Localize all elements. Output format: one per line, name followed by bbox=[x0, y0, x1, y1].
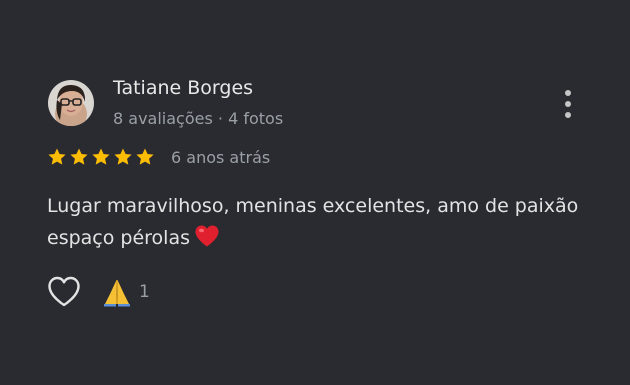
reaction-chip[interactable]: 1 bbox=[101, 277, 150, 307]
review-text: Lugar maravilhoso, meninas excelentes, a… bbox=[47, 190, 587, 254]
star-icon bbox=[69, 147, 89, 167]
author-name[interactable]: Tatiane Borges bbox=[113, 77, 253, 99]
more-vertical-icon bbox=[556, 88, 580, 120]
star-rating bbox=[47, 147, 155, 167]
star-icon bbox=[135, 147, 155, 167]
heart-outline-icon bbox=[46, 275, 82, 309]
avatar[interactable] bbox=[48, 80, 94, 126]
star-icon bbox=[47, 147, 67, 167]
star-icon bbox=[91, 147, 111, 167]
author-meta[interactable]: 8 avaliações · 4 fotos bbox=[113, 109, 283, 128]
folded-hands-emoji bbox=[101, 277, 133, 307]
red-heart-emoji bbox=[194, 224, 220, 248]
review-time: 6 anos atrás bbox=[171, 148, 271, 167]
more-options-button[interactable] bbox=[556, 88, 580, 120]
review-text-content: Lugar maravilhoso, meninas excelentes, a… bbox=[47, 195, 579, 249]
star-icon bbox=[113, 147, 133, 167]
like-button[interactable] bbox=[46, 275, 82, 309]
reaction-count: 1 bbox=[139, 282, 150, 302]
